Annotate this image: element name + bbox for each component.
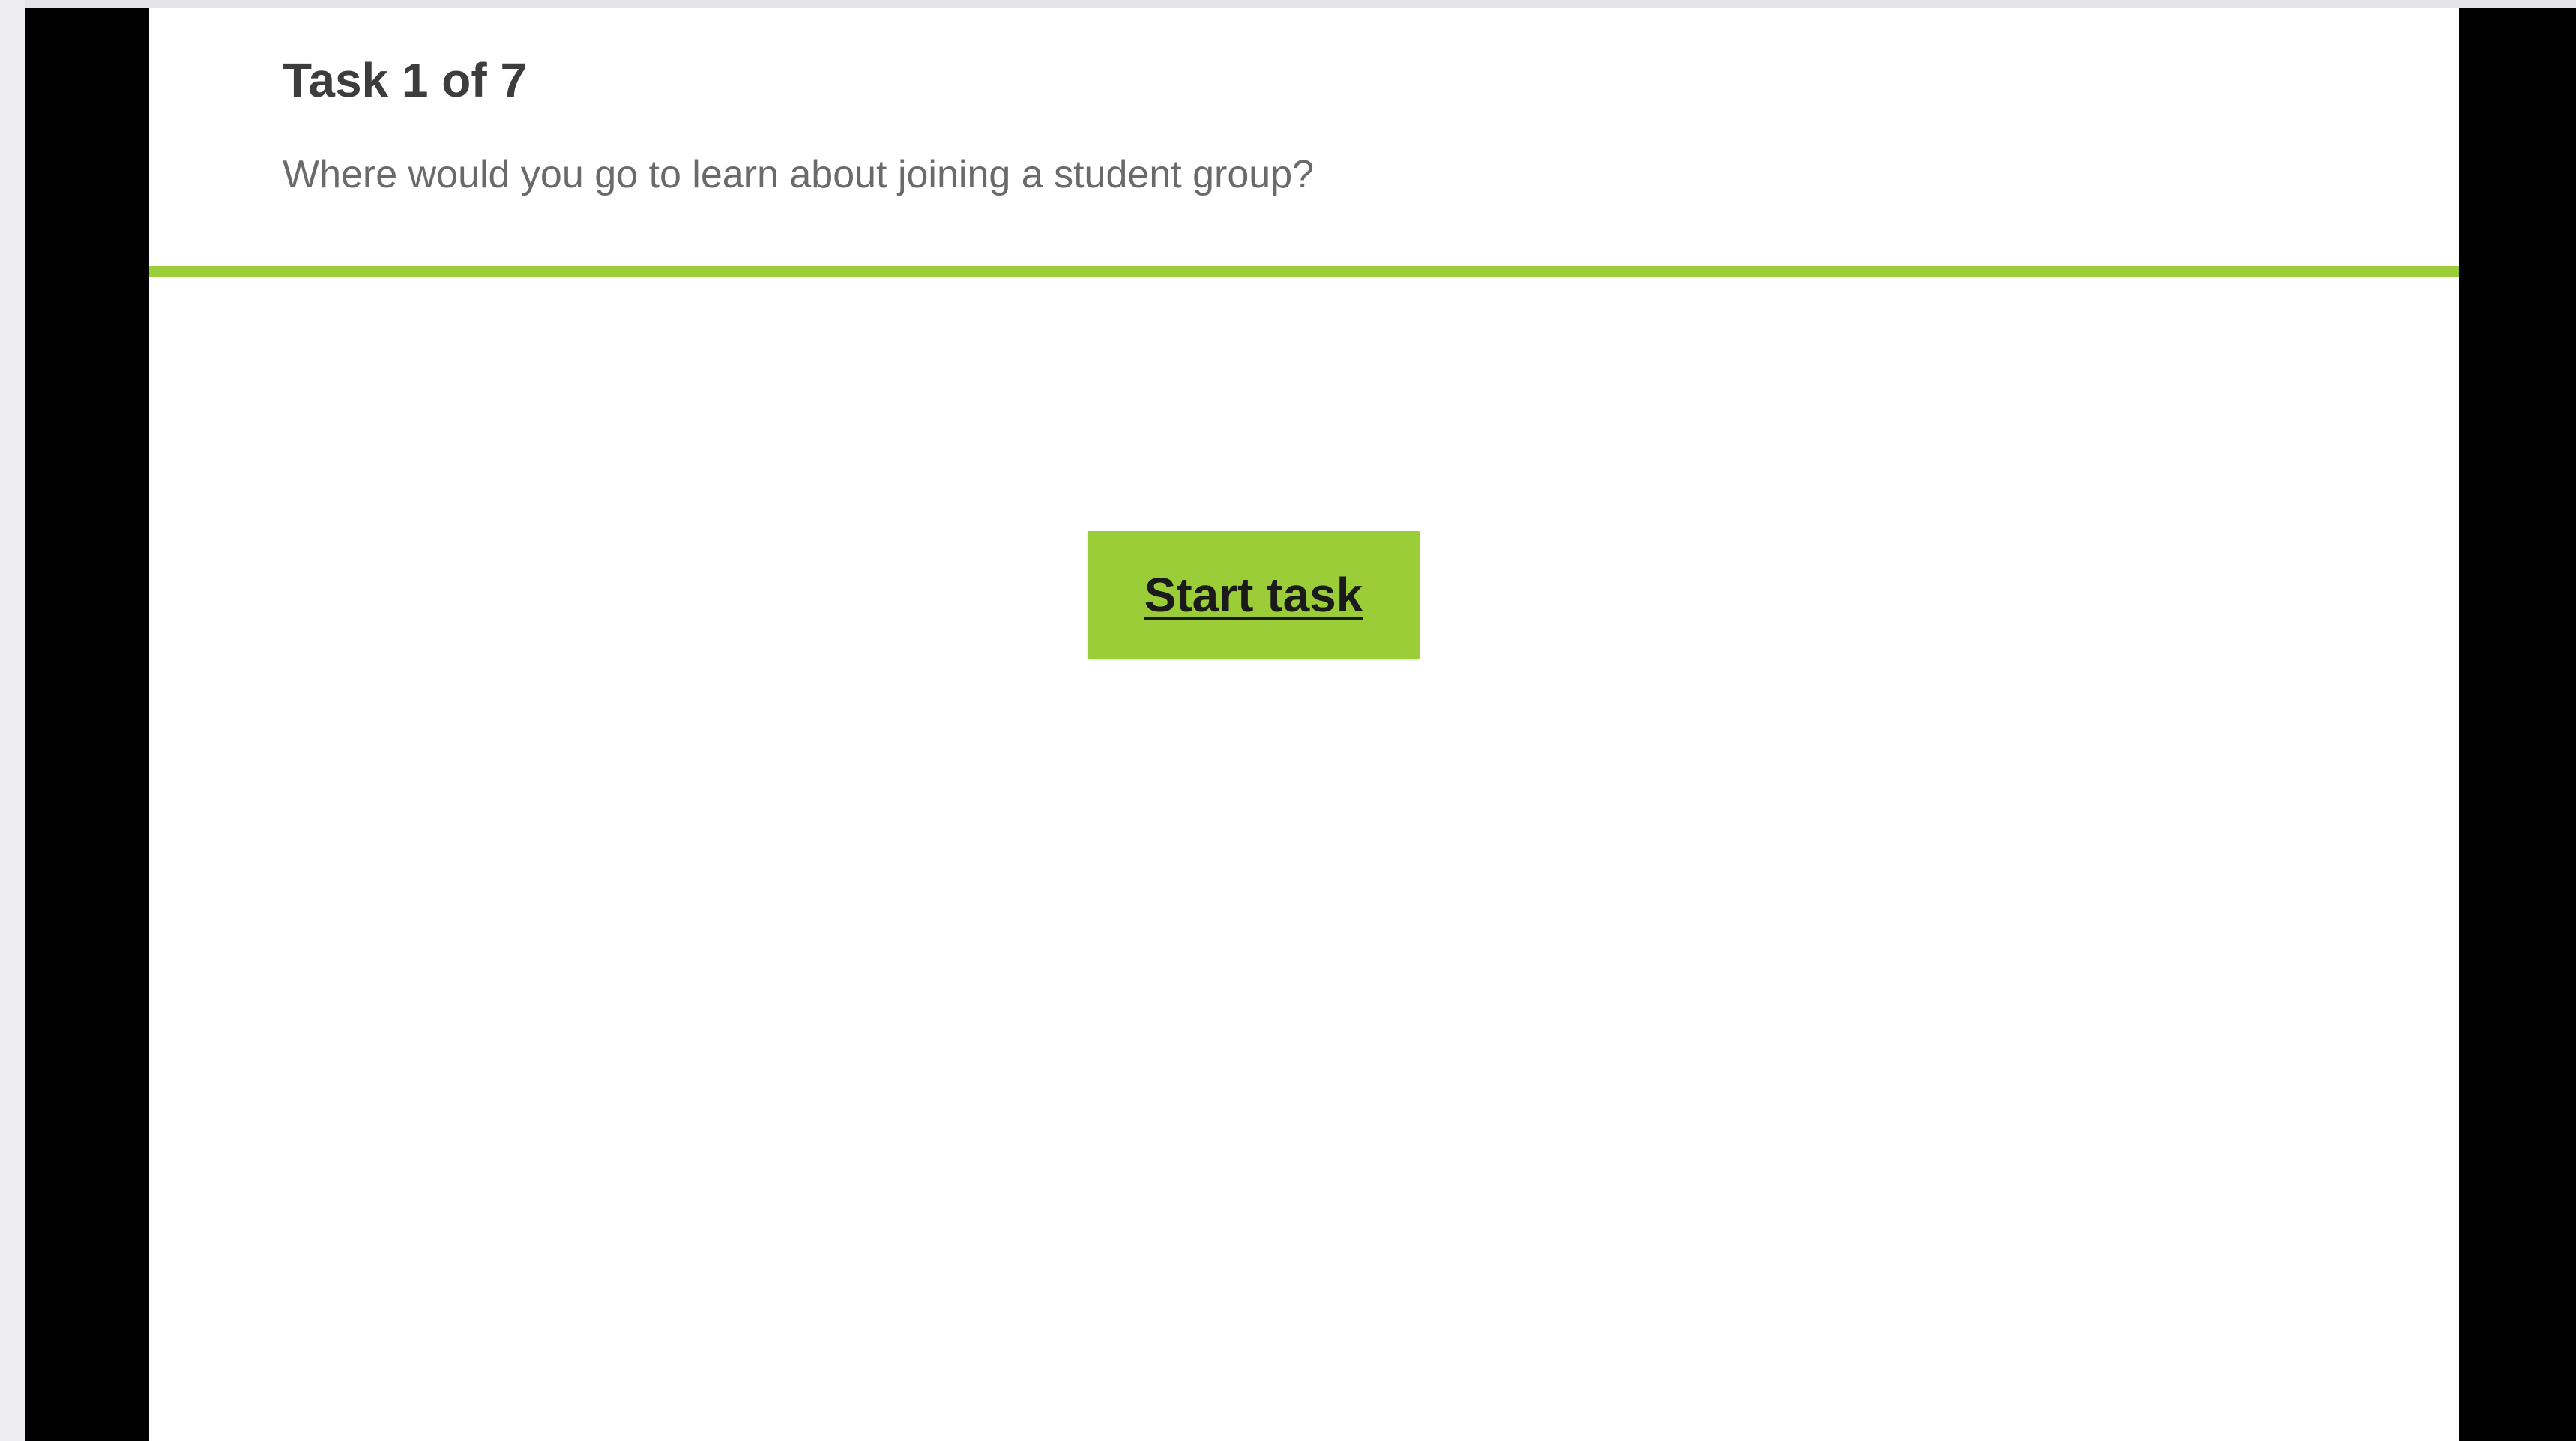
outer-margin-left [0,0,25,1441]
task-header: Task 1 of 7 Where would you go to learn … [149,8,2459,266]
header-divider [149,266,2459,277]
start-task-button[interactable]: Start task [1088,531,1420,659]
task-question: Where would you go to learn about joinin… [283,153,1315,196]
frame-left [25,8,149,1441]
task-title: Task 1 of 7 [283,53,528,107]
task-panel: Task 1 of 7 Where would you go to learn … [149,8,2459,1441]
window-top-strip [0,0,2576,8]
frame-right [2459,8,2576,1441]
